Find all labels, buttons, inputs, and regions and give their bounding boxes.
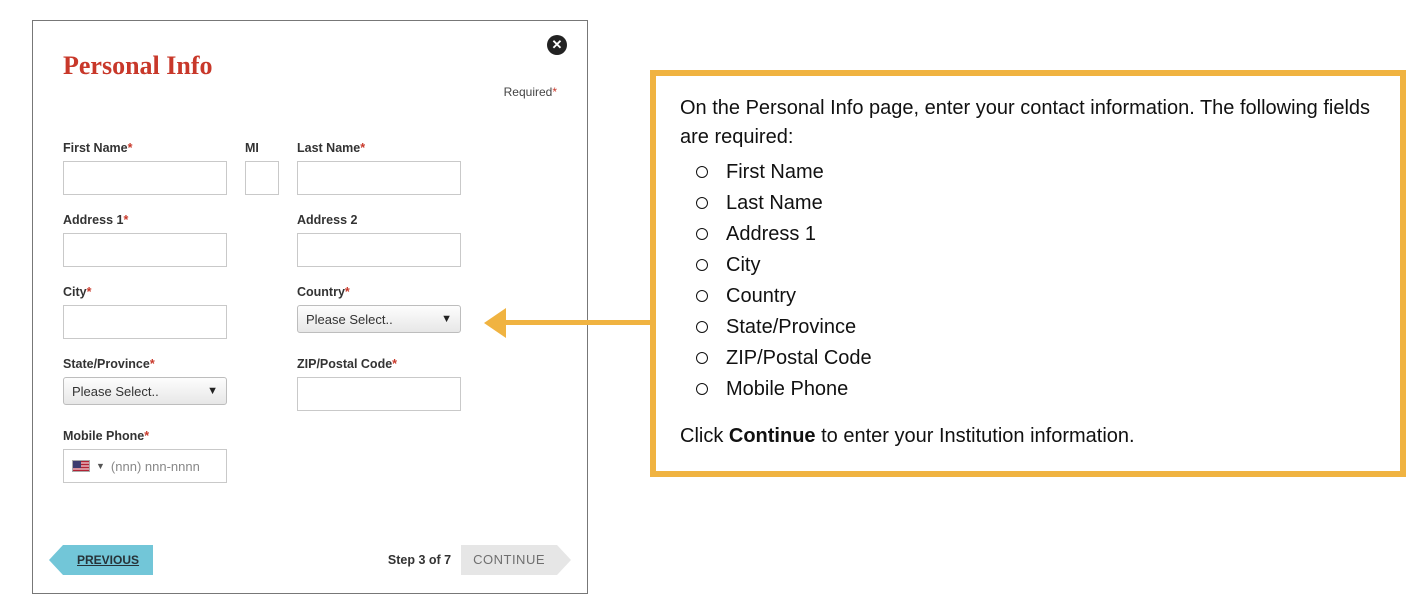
mobile-phone-field[interactable]: ▼ (nnn) nnn-nnnn xyxy=(63,449,227,483)
label-zip: ZIP/Postal Code* xyxy=(297,357,461,371)
close-icon[interactable]: ✕ xyxy=(547,35,567,55)
list-item: Mobile Phone xyxy=(688,375,1376,404)
state-select[interactable]: Please Select.. ▼ xyxy=(63,377,227,405)
chevron-down-icon: ▼ xyxy=(207,385,218,397)
instruction-intro: On the Personal Info page, enter your co… xyxy=(680,94,1376,152)
label-mi: MI xyxy=(245,141,279,155)
label-country: Country* xyxy=(297,285,461,299)
list-item: ZIP/Postal Code xyxy=(688,344,1376,373)
label-address2: Address 2 xyxy=(297,213,461,227)
continue-button[interactable]: CONTINUE xyxy=(461,545,557,575)
list-item: Address 1 xyxy=(688,220,1376,249)
required-hint: Required* xyxy=(504,85,557,99)
label-mobile: Mobile Phone* xyxy=(63,429,227,443)
address2-field[interactable] xyxy=(297,233,461,267)
mi-field[interactable] xyxy=(245,161,279,195)
us-flag-icon xyxy=(72,460,90,472)
label-state: State/Province* xyxy=(63,357,227,371)
list-item: Country xyxy=(688,282,1376,311)
list-item: City xyxy=(688,251,1376,280)
list-item: Last Name xyxy=(688,189,1376,218)
page-title: Personal Info xyxy=(63,51,557,81)
list-item: State/Province xyxy=(688,313,1376,342)
required-fields-list: First Name Last Name Address 1 City Coun… xyxy=(688,158,1376,404)
form: First Name* MI Last Name* Addres xyxy=(63,141,557,483)
arrow-left-icon xyxy=(484,308,506,338)
label-city: City* xyxy=(63,285,227,299)
mobile-phone-placeholder: (nnn) nnn-nnnn xyxy=(111,459,218,474)
callout-arrow xyxy=(484,308,656,338)
list-item: First Name xyxy=(688,158,1376,187)
label-address1: Address 1* xyxy=(63,213,227,227)
state-select-value: Please Select.. xyxy=(72,384,159,399)
instruction-panel: On the Personal Info page, enter your co… xyxy=(650,70,1406,477)
country-select-value: Please Select.. xyxy=(306,312,393,327)
last-name-field[interactable] xyxy=(297,161,461,195)
zip-field[interactable] xyxy=(297,377,461,411)
personal-info-dialog: ✕ Personal Info Required* First Name* MI… xyxy=(32,20,588,594)
instruction-final: Click Continue to enter your Institution… xyxy=(680,422,1376,451)
chevron-down-icon[interactable]: ▼ xyxy=(96,461,105,471)
city-field[interactable] xyxy=(63,305,227,339)
first-name-field[interactable] xyxy=(63,161,227,195)
label-first-name: First Name* xyxy=(63,141,227,155)
country-select[interactable]: Please Select.. ▼ xyxy=(297,305,461,333)
step-indicator: Step 3 of 7 xyxy=(388,553,451,567)
previous-button[interactable]: PREVIOUS xyxy=(63,545,153,575)
label-last-name: Last Name* xyxy=(297,141,461,155)
address1-field[interactable] xyxy=(63,233,227,267)
chevron-down-icon: ▼ xyxy=(441,313,452,325)
